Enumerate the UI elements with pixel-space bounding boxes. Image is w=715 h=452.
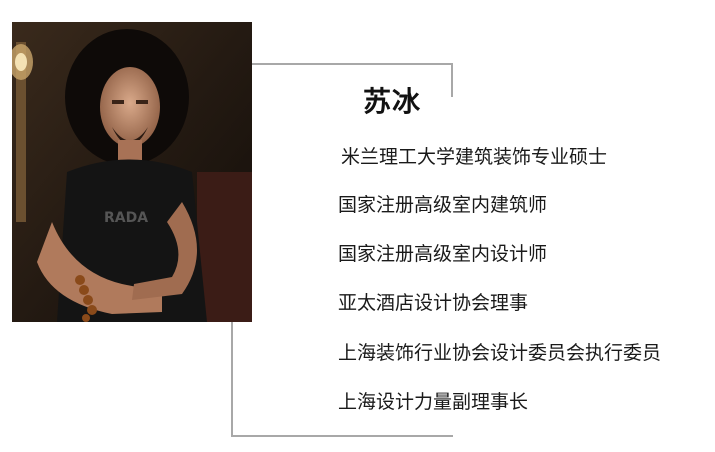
frame-corner-tick bbox=[451, 63, 453, 97]
credential-item: 国家注册高级室内建筑师 bbox=[338, 194, 548, 216]
svg-text:RADA: RADA bbox=[104, 210, 148, 226]
credential-item: 米兰理工大学建筑装饰专业硕士 bbox=[341, 146, 608, 168]
portrait-photo: RADA bbox=[12, 22, 252, 322]
credential-item: 上海装饰行业协会设计委员会执行委员 bbox=[338, 342, 662, 364]
portrait-illustration: RADA bbox=[12, 22, 252, 322]
credential-item: 上海设计力量副理事长 bbox=[338, 391, 529, 413]
credential-item: 国家注册高级室内设计师 bbox=[338, 243, 548, 265]
person-name: 苏冰 bbox=[363, 85, 422, 118]
credential-item: 亚太酒店设计协会理事 bbox=[338, 292, 529, 314]
